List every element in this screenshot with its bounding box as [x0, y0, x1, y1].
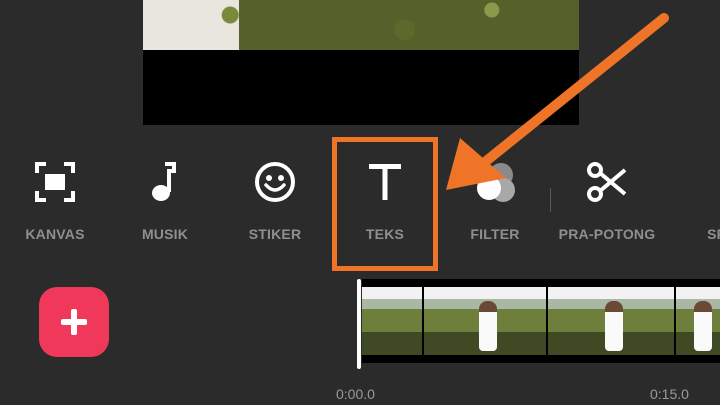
plus-icon [61, 309, 87, 335]
add-clip-button[interactable] [39, 287, 109, 357]
timeline-end-time: 0:15.0 [650, 386, 689, 402]
clip-thumbnail [548, 287, 674, 355]
clip-thumbnail [424, 287, 546, 355]
timeline-track[interactable] [362, 279, 720, 363]
timeline-start-time: 0:00.0 [336, 386, 375, 402]
clip-thumbnail [362, 287, 422, 355]
playhead[interactable] [357, 279, 361, 369]
clip-thumbnail [676, 287, 720, 355]
